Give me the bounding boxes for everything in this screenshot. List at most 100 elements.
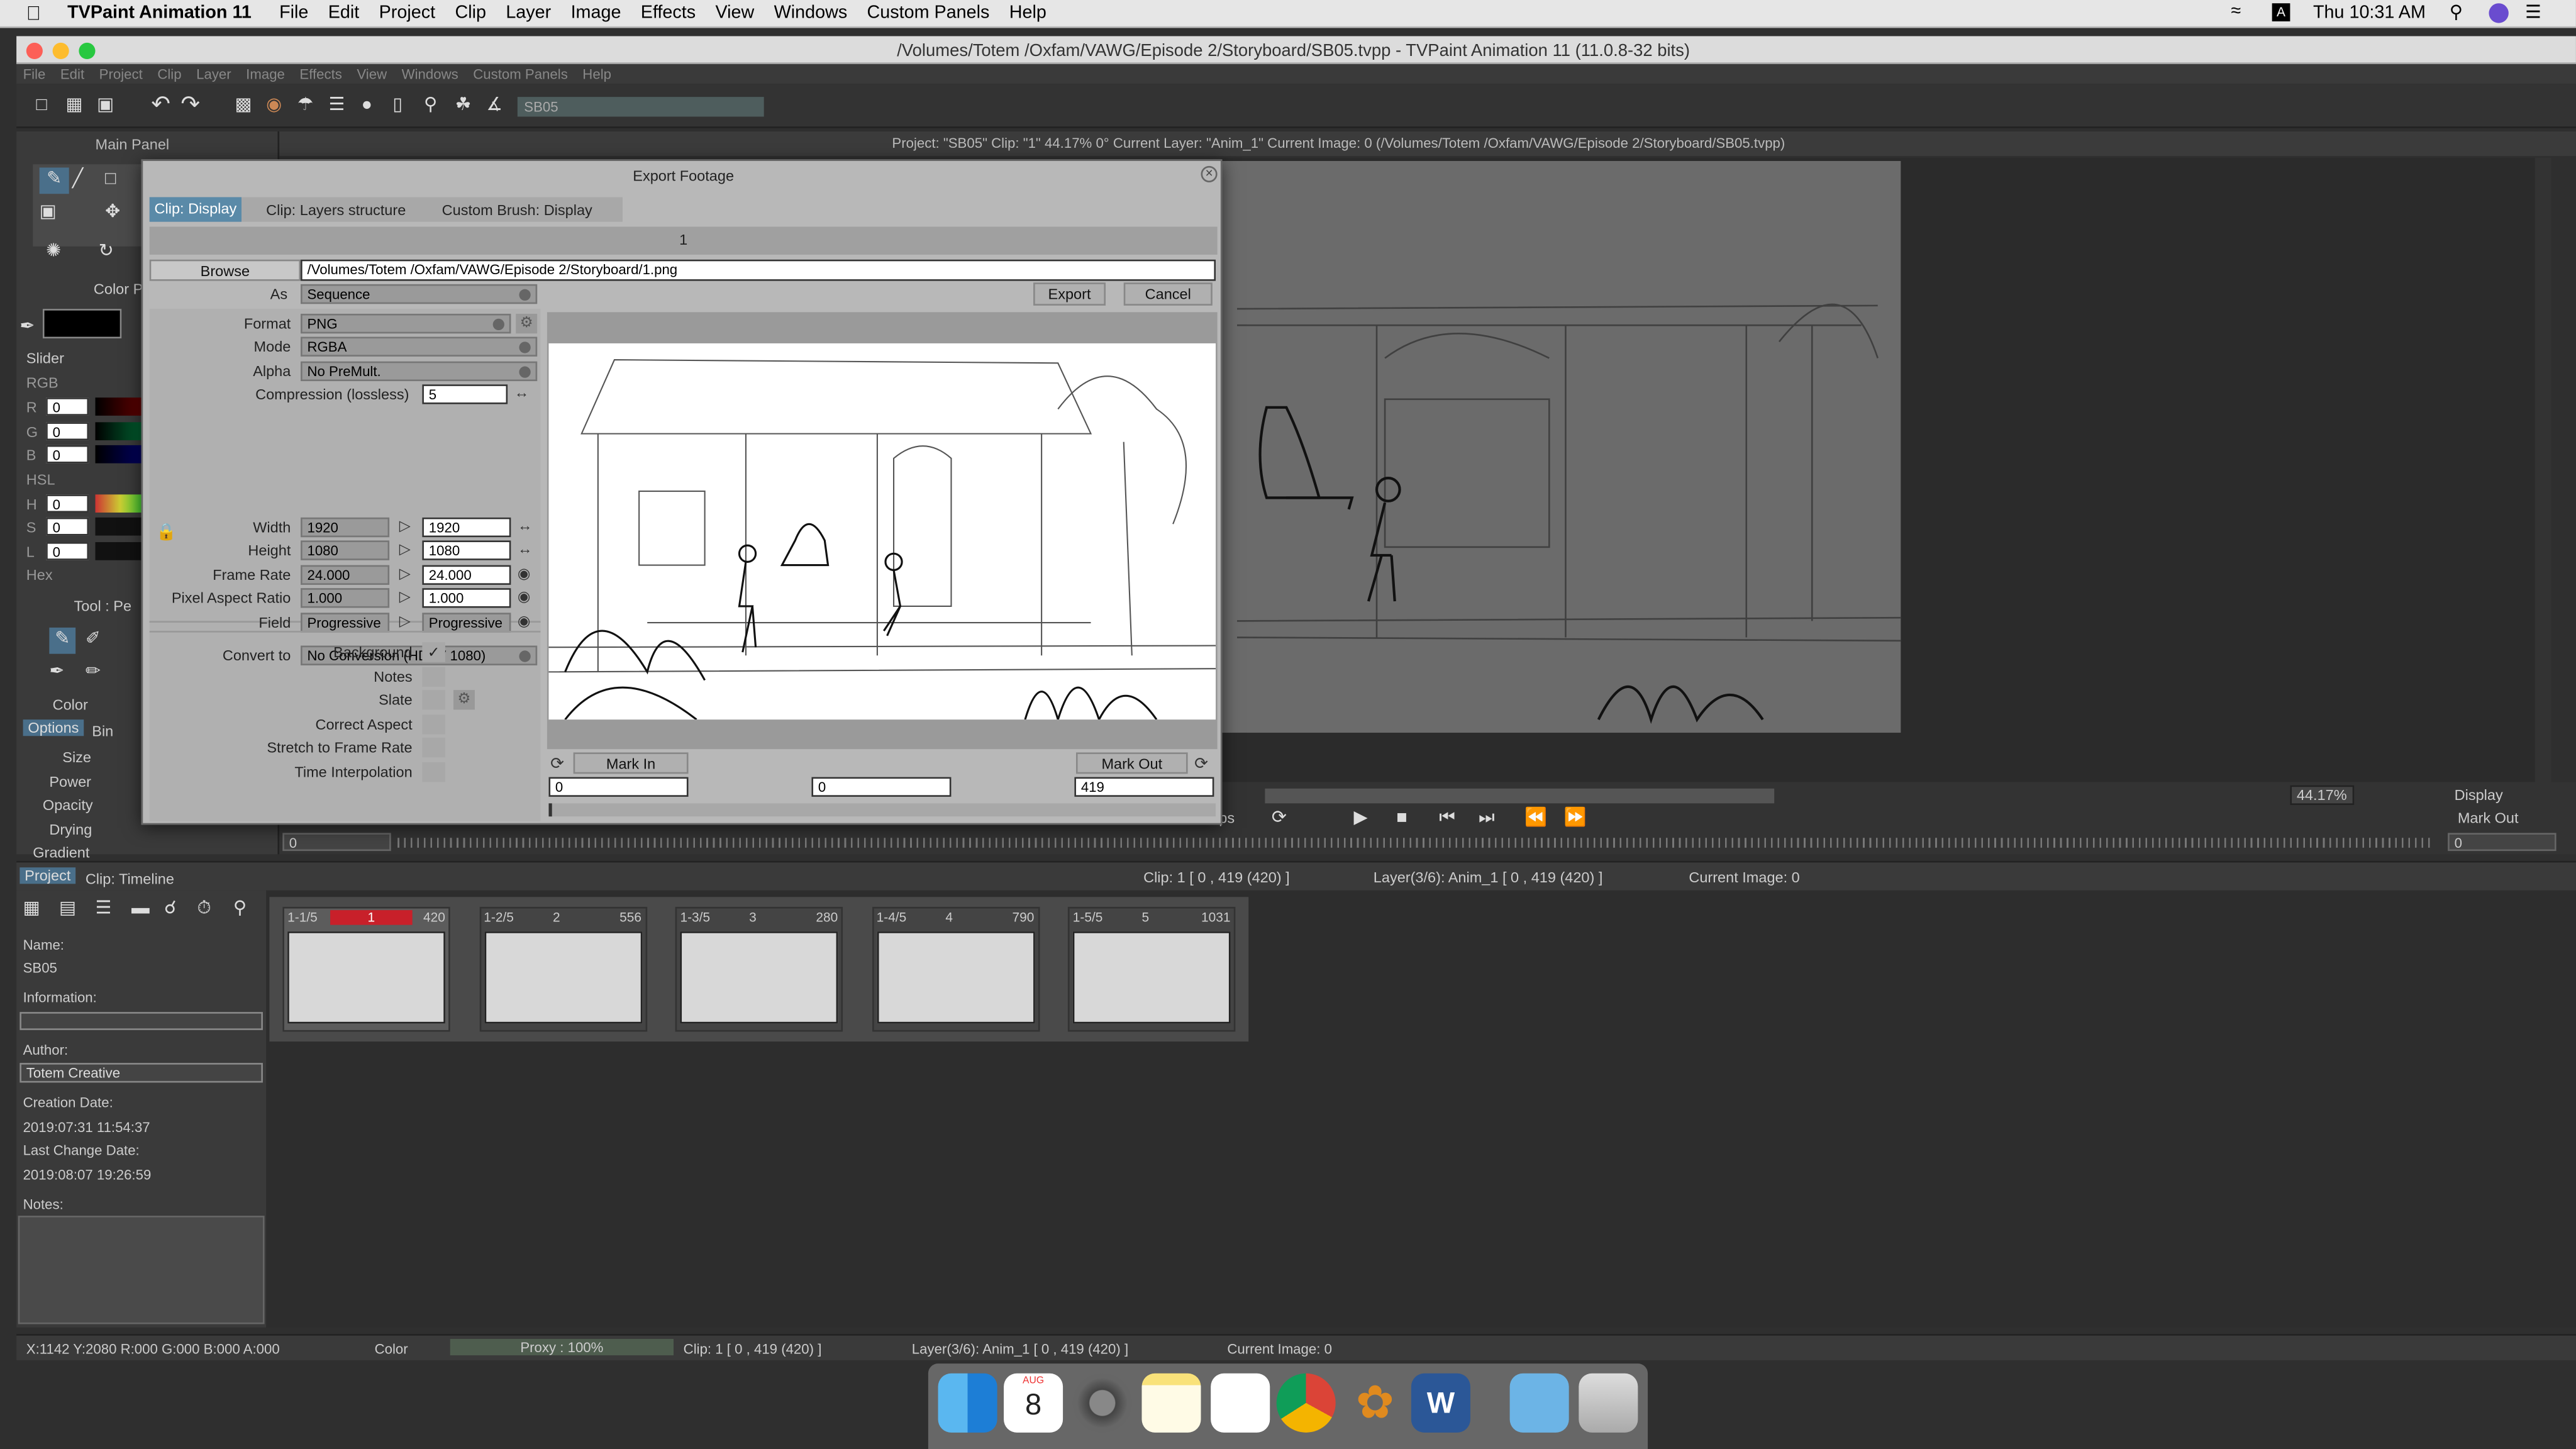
viewport-scrollbar[interactable]	[2534, 157, 2551, 786]
pencil-icon[interactable]: ✏	[86, 660, 101, 684]
eyedropper-icon[interactable]: ✒	[19, 316, 35, 339]
information-field[interactable]	[19, 1012, 263, 1030]
zoom-icon[interactable]: ⚲	[424, 94, 437, 117]
height-target[interactable]: 1080	[422, 540, 511, 560]
stop-icon[interactable]: ■	[1396, 807, 1407, 830]
width-target[interactable]: 1920	[422, 517, 511, 538]
notification-center-icon[interactable]: ☰	[2525, 2, 2541, 23]
s-slider[interactable]	[95, 517, 145, 536]
current-color-swatch[interactable]	[42, 309, 122, 339]
as-select[interactable]: Sequence	[301, 284, 538, 304]
canvas-image[interactable]	[1220, 160, 1901, 733]
list-view-icon[interactable]: ▤	[59, 897, 76, 920]
notes-area[interactable]	[18, 1216, 265, 1324]
calendar-icon[interactable]: AUG 8	[1004, 1373, 1063, 1433]
clip-thumbnail[interactable]: 1-5/5 5 1031	[1067, 906, 1236, 1032]
project-selector[interactable]: SB05	[517, 97, 764, 117]
menu-view[interactable]: View	[715, 3, 754, 26]
clip-thumbnail[interactable]: 1-4/5 4 790	[871, 906, 1040, 1032]
line-tool-icon[interactable]: ╱	[72, 167, 83, 191]
menu-windows[interactable]: Windows	[774, 3, 848, 26]
reminders-icon[interactable]	[1211, 1373, 1270, 1433]
save-project-icon[interactable]: ▣	[97, 94, 114, 117]
correct-aspect-checkbox[interactable]	[422, 714, 445, 735]
last-frame-icon[interactable]: ⏭	[1479, 807, 1495, 830]
close-window-button[interactable]	[26, 42, 43, 60]
mode-select[interactable]: RGBA	[301, 336, 538, 357]
timer-icon[interactable]: ⏱	[197, 897, 211, 920]
next-frame-icon[interactable]: ⏩	[1564, 807, 1587, 830]
framerate-apply-arrow-icon[interactable]: ▷	[399, 565, 411, 584]
b-slider[interactable]	[95, 445, 145, 464]
cancel-button[interactable]: Cancel	[1123, 282, 1213, 306]
status-proxy[interactable]: Proxy : 100%	[450, 1338, 674, 1356]
bin-tab[interactable]: Bin	[92, 723, 113, 739]
viewport[interactable]	[1220, 157, 2551, 786]
play-icon[interactable]: ▶	[1353, 807, 1367, 830]
time-interp-checkbox[interactable]	[422, 762, 445, 782]
wifi-icon[interactable]: ≈	[2231, 2, 2241, 21]
puppet-icon[interactable]: ☘	[455, 94, 472, 117]
graph-icon[interactable]: ∡	[486, 94, 502, 117]
r-slider[interactable]	[95, 397, 145, 416]
minimize-window-button[interactable]	[52, 42, 69, 60]
par-stepper-icon[interactable]: ◉	[518, 588, 531, 606]
project-name[interactable]: SB05	[23, 960, 57, 976]
slate-checkbox[interactable]	[422, 690, 445, 710]
menu-custom-panels[interactable]: Custom Panels	[867, 3, 990, 26]
mark-in-field[interactable]: 0	[548, 777, 689, 797]
slate-settings-icon[interactable]: ⚙	[453, 690, 475, 710]
notes-checkbox[interactable]	[422, 667, 445, 687]
g-value[interactable]: 0	[46, 422, 89, 441]
timeline-scrub[interactable]	[1265, 788, 1775, 804]
current-frame-right[interactable]: 0	[2448, 833, 2557, 852]
par-target[interactable]: 1.000	[422, 588, 511, 608]
clip-thumbnail[interactable]: 1-2/5 2 556	[479, 906, 647, 1032]
app-menu-layer[interactable]: Layer	[196, 65, 231, 82]
app-menu-help[interactable]: Help	[582, 65, 611, 82]
siri-icon[interactable]	[2489, 3, 2509, 23]
detail-view-icon[interactable]: ☰	[96, 897, 112, 920]
prev-frame-icon[interactable]: ⏪	[1524, 807, 1547, 830]
chrome-icon[interactable]	[1276, 1373, 1336, 1433]
h-slider[interactable]	[95, 494, 145, 513]
camera-icon[interactable]: ▩	[235, 94, 252, 117]
system-preferences-icon[interactable]	[1072, 1373, 1132, 1433]
app-menu-view[interactable]: View	[357, 65, 387, 82]
spotlight-icon[interactable]: ⚲	[2450, 2, 2463, 23]
format-select[interactable]: PNG	[301, 313, 511, 334]
mark-out-reset-icon[interactable]: ⟳	[1194, 756, 1208, 774]
mark-out-label[interactable]: Mark Out	[2458, 810, 2519, 826]
clip-thumbnail[interactable]: 1-3/5 3 280	[675, 906, 843, 1032]
storyboard-view-icon[interactable]: ▬	[131, 897, 150, 920]
hex-label[interactable]: Hex	[26, 567, 53, 583]
stretch-checkbox[interactable]	[422, 737, 445, 758]
word-icon[interactable]: W	[1411, 1373, 1470, 1433]
brush-tool-icon[interactable]: ✎	[39, 167, 69, 194]
pen-tool-icon[interactable]: ✎	[49, 627, 76, 654]
rgb-label[interactable]: RGB	[26, 375, 58, 391]
height-apply-arrow-icon[interactable]: ▷	[399, 540, 411, 558]
width-apply-arrow-icon[interactable]: ▷	[399, 518, 411, 536]
menu-image[interactable]: Image	[571, 3, 621, 26]
l-value[interactable]: 0	[46, 542, 89, 560]
field-target[interactable]: Progressive	[422, 613, 511, 633]
current-frame-left[interactable]: 0	[282, 833, 391, 852]
first-frame-icon[interactable]: ⏮	[1439, 807, 1455, 830]
airbrush-icon[interactable]: ✒	[49, 660, 64, 684]
menu-layer[interactable]: Layer	[506, 3, 551, 26]
viewport-zoom[interactable]: 44.17%	[2290, 785, 2354, 805]
browse-button[interactable]: Browse	[149, 259, 301, 281]
app-menu-file[interactable]: File	[23, 65, 46, 82]
tab-custom-brush[interactable]: Custom Brush: Display	[442, 202, 592, 218]
bulb-icon[interactable]: ●	[362, 94, 372, 117]
downloads-folder-icon[interactable]	[1509, 1373, 1569, 1433]
layers-icon[interactable]: ☰	[328, 94, 345, 117]
mark-in-reset-icon[interactable]: ⟳	[550, 756, 564, 774]
clock[interactable]: Thu 10:31 AM	[2313, 3, 2426, 23]
app-menu-image[interactable]: Image	[246, 65, 285, 82]
undo-icon[interactable]: ↶	[151, 92, 170, 115]
trash-icon[interactable]	[1579, 1373, 1638, 1433]
finder-icon[interactable]	[938, 1373, 997, 1433]
app-menu-clip[interactable]: Clip	[157, 65, 181, 82]
